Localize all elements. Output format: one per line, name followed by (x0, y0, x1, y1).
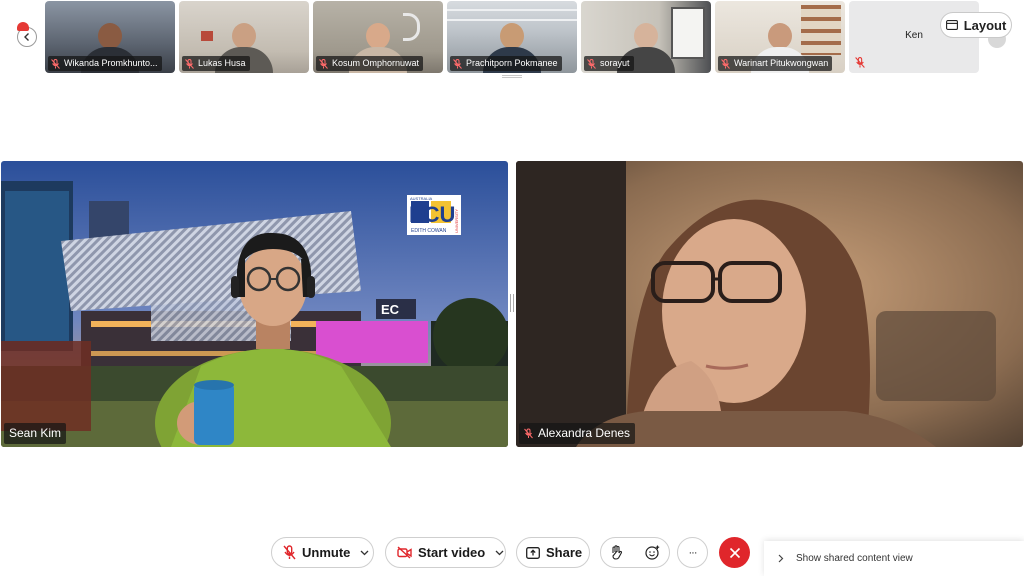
participant-name: Sean Kim (9, 426, 62, 440)
mic-off-icon (855, 57, 865, 68)
participant-name-tag: Sean Kim (4, 423, 67, 444)
video-tile-sean[interactable]: EC ECU AUSTRALIA EDITH COWAN UNIVERSITY (1, 161, 508, 447)
participant-name-tag: Kosum Omphornuwat (316, 56, 424, 71)
participant-thumb-4[interactable]: Prachitporn Pokmanee (447, 1, 577, 73)
participant-name: Alexandra Denes (538, 426, 631, 440)
svg-text:UNIVERSITY: UNIVERSITY (454, 209, 459, 233)
unmute-button[interactable]: Unmute (271, 537, 374, 568)
start-video-button[interactable]: Start video (385, 537, 506, 568)
mic-off-icon (283, 545, 296, 560)
emoji-reaction-icon[interactable] (645, 545, 660, 560)
more-options-button[interactable]: ··· (677, 537, 708, 568)
collapse-strip-button[interactable] (17, 22, 37, 47)
participant-name-tag: Alexandra Denes (519, 423, 636, 444)
mic-off-icon (587, 58, 596, 69)
virtual-background: EC ECU AUSTRALIA EDITH COWAN UNIVERSITY (1, 161, 508, 447)
chevron-left-icon (24, 33, 29, 41)
participant-thumb-6[interactable]: Warinart Pitukwongwan (715, 1, 845, 73)
mic-off-icon (524, 428, 533, 439)
shared-content-label: Show shared content view (796, 553, 913, 564)
layout-label: Layout (963, 17, 1007, 33)
mic-off-icon (185, 58, 194, 69)
layout-icon (945, 20, 958, 30)
chevron-down-icon[interactable] (360, 550, 369, 556)
video-feed (516, 161, 1023, 447)
participant-name-tag: Wikanda Promkhunto... (48, 56, 162, 71)
notification-dot (17, 22, 29, 31)
layout-button[interactable]: Layout (940, 12, 1012, 38)
participant-name-tag: Prachitporn Pokmanee (450, 56, 562, 71)
more-label: ··· (688, 546, 698, 559)
svg-text:EDITH COWAN: EDITH COWAN (411, 228, 447, 234)
share-screen-icon (526, 546, 540, 559)
participant-thumb-3[interactable]: Kosum Omphornuwat (313, 1, 443, 73)
share-label: Share (546, 545, 583, 560)
show-shared-content-button[interactable]: Show shared content view (764, 541, 1024, 576)
participant-thumb-2[interactable]: Lukas Husa (179, 1, 309, 73)
chevron-down-icon[interactable] (495, 550, 504, 556)
svg-text:AUSTRALIA: AUSTRALIA (410, 196, 433, 201)
svg-text:EC: EC (381, 302, 400, 317)
participant-thumb-1[interactable]: Wikanda Promkhunto... (45, 1, 175, 73)
share-button[interactable]: Share (516, 537, 590, 568)
leave-meeting-button[interactable] (719, 537, 750, 568)
strip-resize-handle[interactable] (502, 75, 522, 78)
reactions-group (600, 537, 670, 568)
participant-name-tag: sorayut (584, 56, 634, 71)
chevron-right-icon (778, 554, 784, 563)
mic-off-icon (319, 58, 328, 69)
mic-off-icon (51, 58, 60, 69)
participant-thumb-5[interactable]: sorayut (581, 1, 711, 73)
raise-hand-icon[interactable] (610, 545, 623, 560)
svg-text:ECU: ECU (409, 202, 455, 227)
close-icon (729, 547, 740, 558)
video-off-icon (397, 546, 412, 559)
mic-off-icon (721, 58, 730, 69)
video-tile-alexandra[interactable]: Alexandra Denes (516, 161, 1023, 447)
tile-resize-handle[interactable] (510, 294, 514, 312)
participant-name-tag: Lukas Husa (182, 56, 250, 71)
mic-off-icon (453, 58, 462, 69)
unmute-label: Unmute (302, 545, 351, 560)
participant-name-tag: Warinart Pitukwongwan (718, 56, 833, 71)
start-video-label: Start video (418, 545, 486, 560)
